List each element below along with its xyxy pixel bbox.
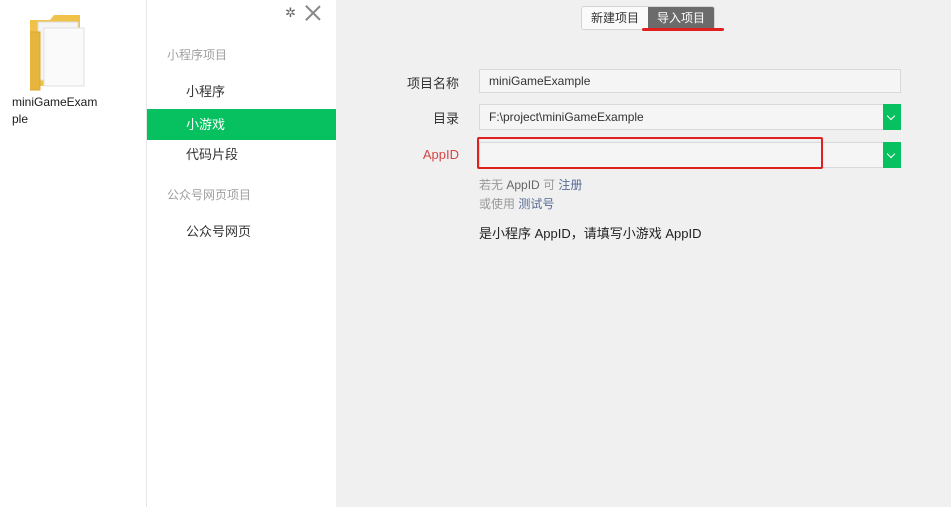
chevron-down-icon[interactable]: [883, 142, 901, 168]
desktop: miniGameExample: [0, 0, 146, 507]
directory-field[interactable]: F:\project\miniGameExample: [479, 104, 901, 130]
project-tabs: 新建项目 导入项目: [581, 6, 716, 30]
register-link[interactable]: 注册: [558, 178, 582, 192]
project-name-field[interactable]: miniGameExample: [479, 69, 901, 93]
window-controls: ✲: [285, 4, 322, 22]
hint-appid: AppID: [506, 178, 540, 192]
hint-text: 或使用: [479, 197, 516, 211]
tab-new-project[interactable]: 新建项目: [582, 7, 649, 29]
folder-icon[interactable]: [28, 12, 90, 92]
tab-import-project[interactable]: 导入项目: [648, 7, 715, 29]
tab-annotation-underline: [642, 28, 724, 31]
folder-label[interactable]: miniGameExample: [12, 94, 102, 128]
group-title-official-account: 公众号网页项目: [167, 188, 252, 202]
directory-value: F:\project\miniGameExample: [489, 110, 644, 124]
test-account-hint: 或使用 测试号: [479, 195, 554, 212]
gear-icon[interactable]: ✲: [285, 5, 296, 21]
sidebar-item-miniprogram[interactable]: 小程序: [147, 76, 337, 107]
directory-label: 目录: [432, 111, 459, 126]
close-icon[interactable]: [304, 4, 322, 22]
appid-annotation-box: [477, 137, 823, 169]
group-title-miniprogram: 小程序项目: [167, 48, 228, 62]
appid-note: 是小程序 AppID，请填写小游戏 AppID: [479, 226, 702, 241]
sidebar-item-code-snippet[interactable]: 代码片段: [147, 139, 337, 170]
sidebar: ✲ 小程序项目 小程序 小游戏 代码片段 公众号网页项目 公众号网页: [146, 0, 337, 507]
sidebar-item-minigame[interactable]: 小游戏: [147, 109, 337, 140]
hint-text: 若无: [479, 178, 504, 192]
appid-label: AppID: [422, 147, 459, 162]
project-name-label: 项目名称: [406, 76, 459, 91]
hint-text: 可: [543, 178, 556, 192]
main-panel: 新建项目 导入项目 项目名称 miniGameExample 目录 F:\pro…: [336, 0, 951, 507]
register-hint: 若无 AppID 可 注册: [479, 176, 582, 193]
sidebar-item-official-web[interactable]: 公众号网页: [147, 216, 337, 247]
chevron-down-icon[interactable]: [883, 104, 901, 130]
test-account-link[interactable]: 测试号: [518, 197, 554, 211]
